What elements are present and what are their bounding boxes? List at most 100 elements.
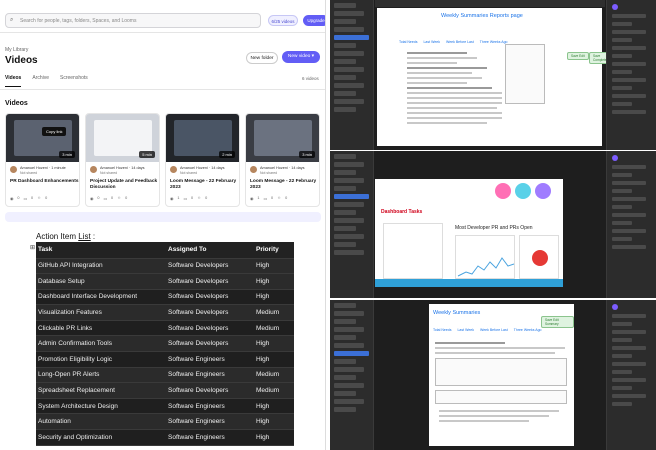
divider — [0, 89, 325, 90]
filter-dropdown-panel[interactable] — [505, 44, 545, 104]
task-cell[interactable]: Long-Open PR Alerts — [36, 367, 166, 384]
video-title[interactable]: Loom Message - 22 February 2023 — [170, 179, 239, 191]
task-cell[interactable]: Dashboard Interface Development — [36, 289, 166, 306]
summary-bullet-list — [439, 410, 564, 425]
tab-videos[interactable]: Videos — [5, 75, 22, 87]
assignee-cell[interactable]: Software Engineers — [166, 351, 254, 368]
reactions-count: 0 — [45, 196, 48, 200]
priority-cell[interactable]: High — [254, 289, 294, 306]
new-video-button[interactable]: New video ▾ — [282, 51, 320, 63]
share-status[interactable]: Not shared — [100, 171, 117, 175]
properties-sidebar[interactable] — [606, 151, 656, 298]
avatar — [250, 166, 257, 173]
video-thumbnail[interactable]: Copy link 3 min — [6, 114, 79, 162]
share-status[interactable]: Not shared — [180, 171, 197, 175]
tab-screenshots[interactable]: Screenshots — [60, 75, 88, 87]
video-thumbnail[interactable]: 5 min — [86, 114, 159, 162]
video-title[interactable]: PR Dashboard Enhancements — [10, 179, 79, 185]
assignee-cell[interactable]: Software Engineers — [166, 398, 254, 415]
table-row: Admin Confirmation Tools Software Develop… — [36, 335, 294, 353]
assignee-cell[interactable]: Software Developers — [166, 258, 254, 275]
task-cell[interactable]: System Architecture Design — [36, 398, 166, 415]
tab-three-weeks-ago[interactable]: Three Weeks Ago — [480, 40, 508, 44]
properties-sidebar[interactable] — [606, 300, 656, 450]
task-cell[interactable]: Clickable PR Links — [36, 320, 166, 337]
breadcrumb[interactable]: My Library — [5, 47, 28, 53]
task-cell[interactable]: Security and Optimization — [36, 429, 166, 446]
priority-cell[interactable]: High — [254, 351, 294, 368]
video-card[interactable]: 5 min Amanuel Hozeni · 14 days Not share… — [85, 113, 160, 207]
tab-three-weeks-ago[interactable]: Three Weeks Ago — [514, 328, 542, 332]
task-cell[interactable]: Database Setup — [36, 273, 166, 290]
priority-cell[interactable]: High — [254, 258, 294, 275]
assignee-cell[interactable]: Software Developers — [166, 304, 254, 321]
task-cell[interactable]: Admin Confirmation Tools — [36, 335, 166, 353]
priority-cell[interactable]: Medium — [254, 320, 294, 337]
search-input[interactable]: ⌕ Search for people, tags, folders, Spac… — [5, 13, 261, 28]
tab-last-week[interactable]: Last Week — [457, 328, 473, 332]
priority-cell[interactable]: High — [254, 335, 294, 353]
priority-cell[interactable]: High — [254, 429, 294, 446]
priority-cell[interactable]: High — [254, 398, 294, 415]
save-edit-button[interactable]: Save Edit — [567, 52, 589, 60]
video-title[interactable]: Loom Message - 22 February 2023 — [250, 179, 319, 191]
task-cell[interactable]: Automation — [36, 413, 166, 431]
video-card[interactable]: Copy link 3 min Amanuel Hozeni · 1 minut… — [5, 113, 80, 207]
tab-week-before-last[interactable]: Week Before Last — [480, 328, 508, 332]
save-edit-summary-button[interactable]: Save Edit Summary — [541, 316, 574, 328]
assignee-cell[interactable]: Software Developers — [166, 320, 254, 337]
assignee-cell[interactable]: Software Developers — [166, 289, 254, 306]
task-cell[interactable]: Visualization Features — [36, 304, 166, 321]
priority-cell[interactable]: High — [254, 273, 294, 290]
new-folder-button[interactable]: New folder — [246, 52, 278, 64]
author-label: Amanuel Hozeni · 14 days — [180, 166, 225, 170]
editor-canvas[interactable]: Weekly Summaries Save Edit Summary Total… — [375, 300, 605, 450]
task-cell[interactable]: GitHub API Integration — [36, 258, 166, 275]
rich-text-editor[interactable] — [435, 358, 567, 386]
line-chart — [455, 235, 515, 279]
tab-last-week[interactable]: Last Week — [423, 40, 439, 44]
layers-sidebar[interactable] — [330, 151, 374, 298]
tab-week-before-last[interactable]: Week Before Last — [446, 40, 474, 44]
assignee-cell[interactable]: Software Developers — [166, 335, 254, 353]
properties-sidebar[interactable] — [606, 0, 656, 150]
video-thumbnail[interactable]: 2 min — [166, 114, 239, 162]
priority-cell[interactable]: Medium — [254, 382, 294, 399]
summary-text-box[interactable] — [435, 390, 567, 404]
assignee-cell[interactable]: Software Engineers — [166, 413, 254, 431]
assignee-cell[interactable]: Software Developers — [166, 273, 254, 290]
views-count: 1 — [177, 196, 180, 200]
reactions-count: 0 — [205, 196, 208, 200]
task-cell[interactable]: Promotion Eligibility Logic — [36, 351, 166, 368]
video-title[interactable]: Project Update and Feedback Discussion — [90, 179, 159, 191]
copy-link-button[interactable]: Copy link — [42, 127, 67, 136]
layers-sidebar[interactable] — [330, 300, 374, 450]
summary-page-frame: Weekly Summaries Save Edit Summary Total… — [429, 304, 574, 446]
video-thumbnail[interactable]: 3 min — [246, 114, 319, 162]
layers-sidebar[interactable] — [330, 0, 374, 150]
table-row: GitHub API Integration Software Developer… — [36, 258, 294, 275]
tab-total-needs[interactable]: Total Needs — [433, 328, 451, 332]
video-card[interactable]: 3 min Amanuel Hozeni · 14 days Not share… — [245, 113, 320, 207]
upgrade-button[interactable]: Upgrade — [303, 15, 325, 26]
table-move-handle-icon[interactable]: ⊞ — [30, 244, 35, 251]
share-status[interactable]: Not shared — [20, 171, 37, 175]
task-cell[interactable]: Spreadsheet Replacement — [36, 382, 166, 399]
video-card[interactable]: 2 min Amanuel Hozeni · 14 days Not share… — [165, 113, 240, 207]
assignee-cell[interactable]: Software Developers — [166, 382, 254, 399]
dashboard-frame: Dashboard Tasks Most Developer PR and PR… — [375, 179, 563, 287]
priority-cell[interactable]: High — [254, 413, 294, 431]
assignee-cell[interactable]: Software Engineers — [166, 367, 254, 384]
video-count-badge[interactable]: 6/25 videos — [268, 15, 298, 26]
tab-total-needs[interactable]: Total Needs — [399, 40, 417, 44]
editor-canvas[interactable]: Dashboard Tasks Most Developer PR and PR… — [375, 151, 605, 298]
heading-link[interactable]: List — [78, 232, 90, 241]
editor-canvas[interactable]: Weekly Summaries Reports page Total Need… — [375, 0, 613, 150]
priority-cell[interactable]: Medium — [254, 367, 294, 384]
video-stats: ◉ 1 ▭ 0 ☺ 0 — [250, 196, 287, 201]
priority-cell[interactable]: Medium — [254, 304, 294, 321]
design-editor-weekly-reports: Weekly Summaries Reports page Total Need… — [330, 0, 656, 150]
assignee-cell[interactable]: Software Engineers — [166, 429, 254, 446]
share-status[interactable]: Not shared — [260, 171, 277, 175]
tab-archive[interactable]: Archive — [32, 75, 49, 87]
